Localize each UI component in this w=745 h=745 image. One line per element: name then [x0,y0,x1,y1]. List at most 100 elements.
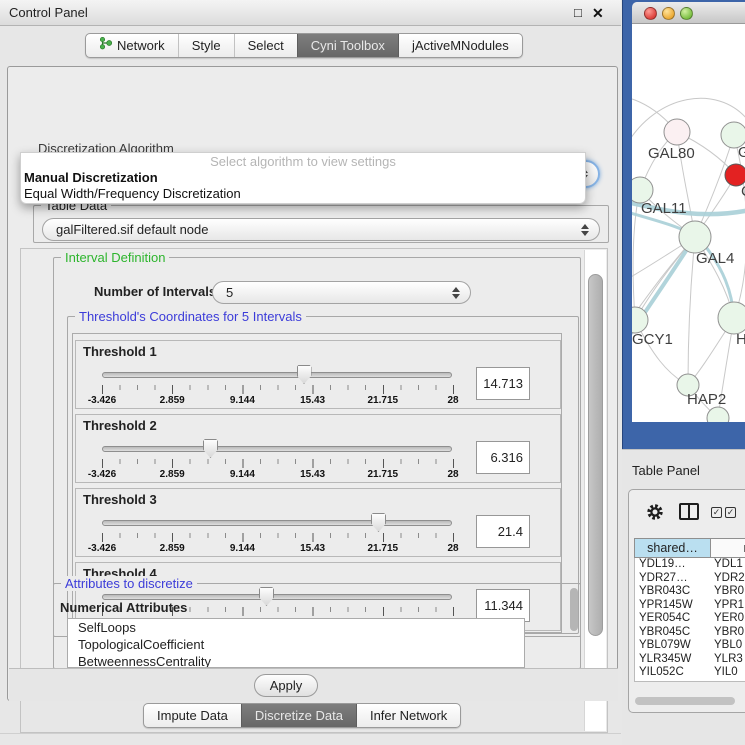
threshold-3-slider-handle[interactable] [371,513,386,532]
threshold-2-label: Threshold 2 [83,418,157,433]
network-window-titlebar[interactable] [632,2,745,24]
threshold-2-slider-track[interactable] [102,446,452,452]
number-of-intervals-value: 5 [226,285,233,300]
tab-jactivemnodules[interactable]: jActiveMNodules [398,34,522,57]
vertical-scrollbar-thumb[interactable] [588,274,603,636]
threshold-2-value-field[interactable]: 6.316 [476,441,530,474]
network-graph: GAL80 G C GAL11 GAL4 GCY1 H HAP2 [632,24,745,422]
slider-tick-labels: -3.4262.8599.14415.4321.71528 [102,395,453,407]
table-row[interactable]: YER054CYER0 [635,612,745,626]
node-label: GAL11 [641,200,687,217]
zoom-traffic-light-icon[interactable] [680,7,693,20]
table-cell: YPR1 [711,599,745,613]
close-traffic-light-icon[interactable] [644,7,657,20]
attributes-list-scrollbar-thumb[interactable] [570,588,578,631]
minimize-traffic-light-icon[interactable] [662,7,675,20]
tick-label: 28 [447,469,458,480]
dropdown-option-equal-width[interactable]: Equal Width/Frequency Discretization [21,186,585,202]
show-columns-icon[interactable] [679,503,699,520]
table-cell: YDR2 [711,572,745,586]
column-header-name[interactable]: n [711,539,745,557]
node-label: H [736,331,745,348]
tab-label: Network [117,34,165,57]
attribute-list-item[interactable]: SelfLoops [68,619,524,636]
node-label: G [738,144,745,161]
close-icon[interactable]: ✕ [592,0,604,26]
slider-major-ticks [102,385,454,394]
select-none-checkbox-icon[interactable]: ✓ [725,507,736,518]
table-cell: YBR043C [635,585,711,599]
tab-impute-data[interactable]: Impute Data [144,704,241,727]
gear-icon[interactable] [645,502,665,522]
vertical-scrollbar[interactable] [584,250,606,731]
network-node-h[interactable] [718,302,745,334]
table-row[interactable]: YDL19…YDL1 [635,558,745,572]
table-data-combobox[interactable]: galFiltered.sif default node [42,218,600,241]
network-node-gal4[interactable] [679,221,711,253]
table-cell: YDL19… [635,558,711,572]
table-horizontal-scrollbar-thumb[interactable] [635,697,735,705]
threshold-2-slider-handle[interactable] [203,439,218,458]
number-of-intervals-combobox[interactable]: 5 [212,281,471,304]
tick-label: 21.715 [368,469,399,480]
table-row[interactable]: YBR045CYBR0 [635,626,745,640]
table-cell: YBL0 [711,639,745,653]
slider-major-ticks [102,459,454,468]
slider-tick-labels: -3.4262.8599.14415.4321.71528 [102,469,453,481]
numerical-attributes-list[interactable]: SelfLoopsTopologicalCoefficientBetweenne… [67,618,525,668]
column-header-shared-name[interactable]: shared… [635,539,711,557]
attribute-list-item[interactable]: TopologicalCoefficient [68,636,524,653]
tick-label: 2.859 [160,395,185,406]
tick-label: 2.859 [160,469,185,480]
table-row[interactable]: YIL052CYIL0 [635,666,745,680]
tick-label: -3.426 [88,543,116,554]
table-row[interactable]: YBR043CYBR0 [635,585,745,599]
tick-label: 9.144 [230,543,255,554]
tab-select[interactable]: Select [234,34,297,57]
table-panel: ✓ ✓ shared… n YDL19…YDL1YDR27…YDR2YBR043… [628,489,745,713]
tick-label: 15.43 [300,469,325,480]
threshold-3-slider-track[interactable] [102,520,452,526]
select-all-checkbox-icon[interactable]: ✓ [711,507,722,518]
apply-button[interactable]: Apply [254,674,318,697]
combo-arrows-icon [581,224,589,236]
table-cell: YPR145W [635,599,711,613]
table-panel-region: Table Panel ✓ ✓ shared… n YDL19…YDL1YDR2… [622,449,745,745]
node-attribute-table: shared… n YDL19…YDL1YDR27…YDR2YBR043CYBR… [634,538,745,682]
algorithm-dropdown-popup: Select algorithm to view settings Manual… [20,152,586,204]
table-row[interactable]: YBL079WYBL0 [635,639,745,653]
screen: Control Panel □ ✕ Network Style Select C… [0,0,745,745]
network-node-gal80[interactable] [664,119,690,145]
dropdown-option-manual[interactable]: Manual Discretization [21,170,585,186]
tab-style[interactable]: Style [178,34,234,57]
threshold-1-value-field[interactable]: 14.713 [476,367,530,400]
tab-cyni-toolbox[interactable]: Cyni Toolbox [297,34,398,57]
threshold-3-value-field[interactable]: 21.4 [476,515,530,548]
node-label: GCY1 [632,331,673,348]
table-cell: YDL1 [711,558,745,572]
apply-bar: Apply [9,668,618,701]
control-panel-tabs: Network Style Select Cyni Toolbox jActiv… [85,33,523,58]
threshold-1-slider-track[interactable] [102,372,452,378]
network-canvas[interactable]: GAL80 G C GAL11 GAL4 GCY1 H HAP2 [632,24,745,422]
table-row[interactable]: YLR345WYLR3 [635,653,745,667]
tick-label: 2.859 [160,543,185,554]
tab-network[interactable]: Network [86,34,178,57]
attribute-list-item[interactable]: BetweennessCentrality [68,653,524,668]
table-cell: YBR045C [635,626,711,640]
tab-infer-network[interactable]: Infer Network [356,704,460,727]
network-node-bottom[interactable] [707,407,729,422]
tab-label: Impute Data [157,704,228,727]
tab-discretize-data[interactable]: Discretize Data [241,704,356,727]
tick-label: 9.144 [230,395,255,406]
threshold-1-slider-handle[interactable] [297,365,312,384]
cyni-bottom-tabs: Impute Data Discretize Data Infer Networ… [143,703,461,728]
table-cell: YER0 [711,612,745,626]
table-row[interactable]: YPR145WYPR1 [635,599,745,613]
tab-label: Cyni Toolbox [311,34,385,57]
float-window-icon[interactable]: □ [574,0,582,26]
table-data-group: Table Data galFiltered.sif default node [33,205,609,243]
tick-label: 15.43 [300,395,325,406]
tick-label: 28 [447,395,458,406]
table-row[interactable]: YDR27…YDR2 [635,572,745,586]
